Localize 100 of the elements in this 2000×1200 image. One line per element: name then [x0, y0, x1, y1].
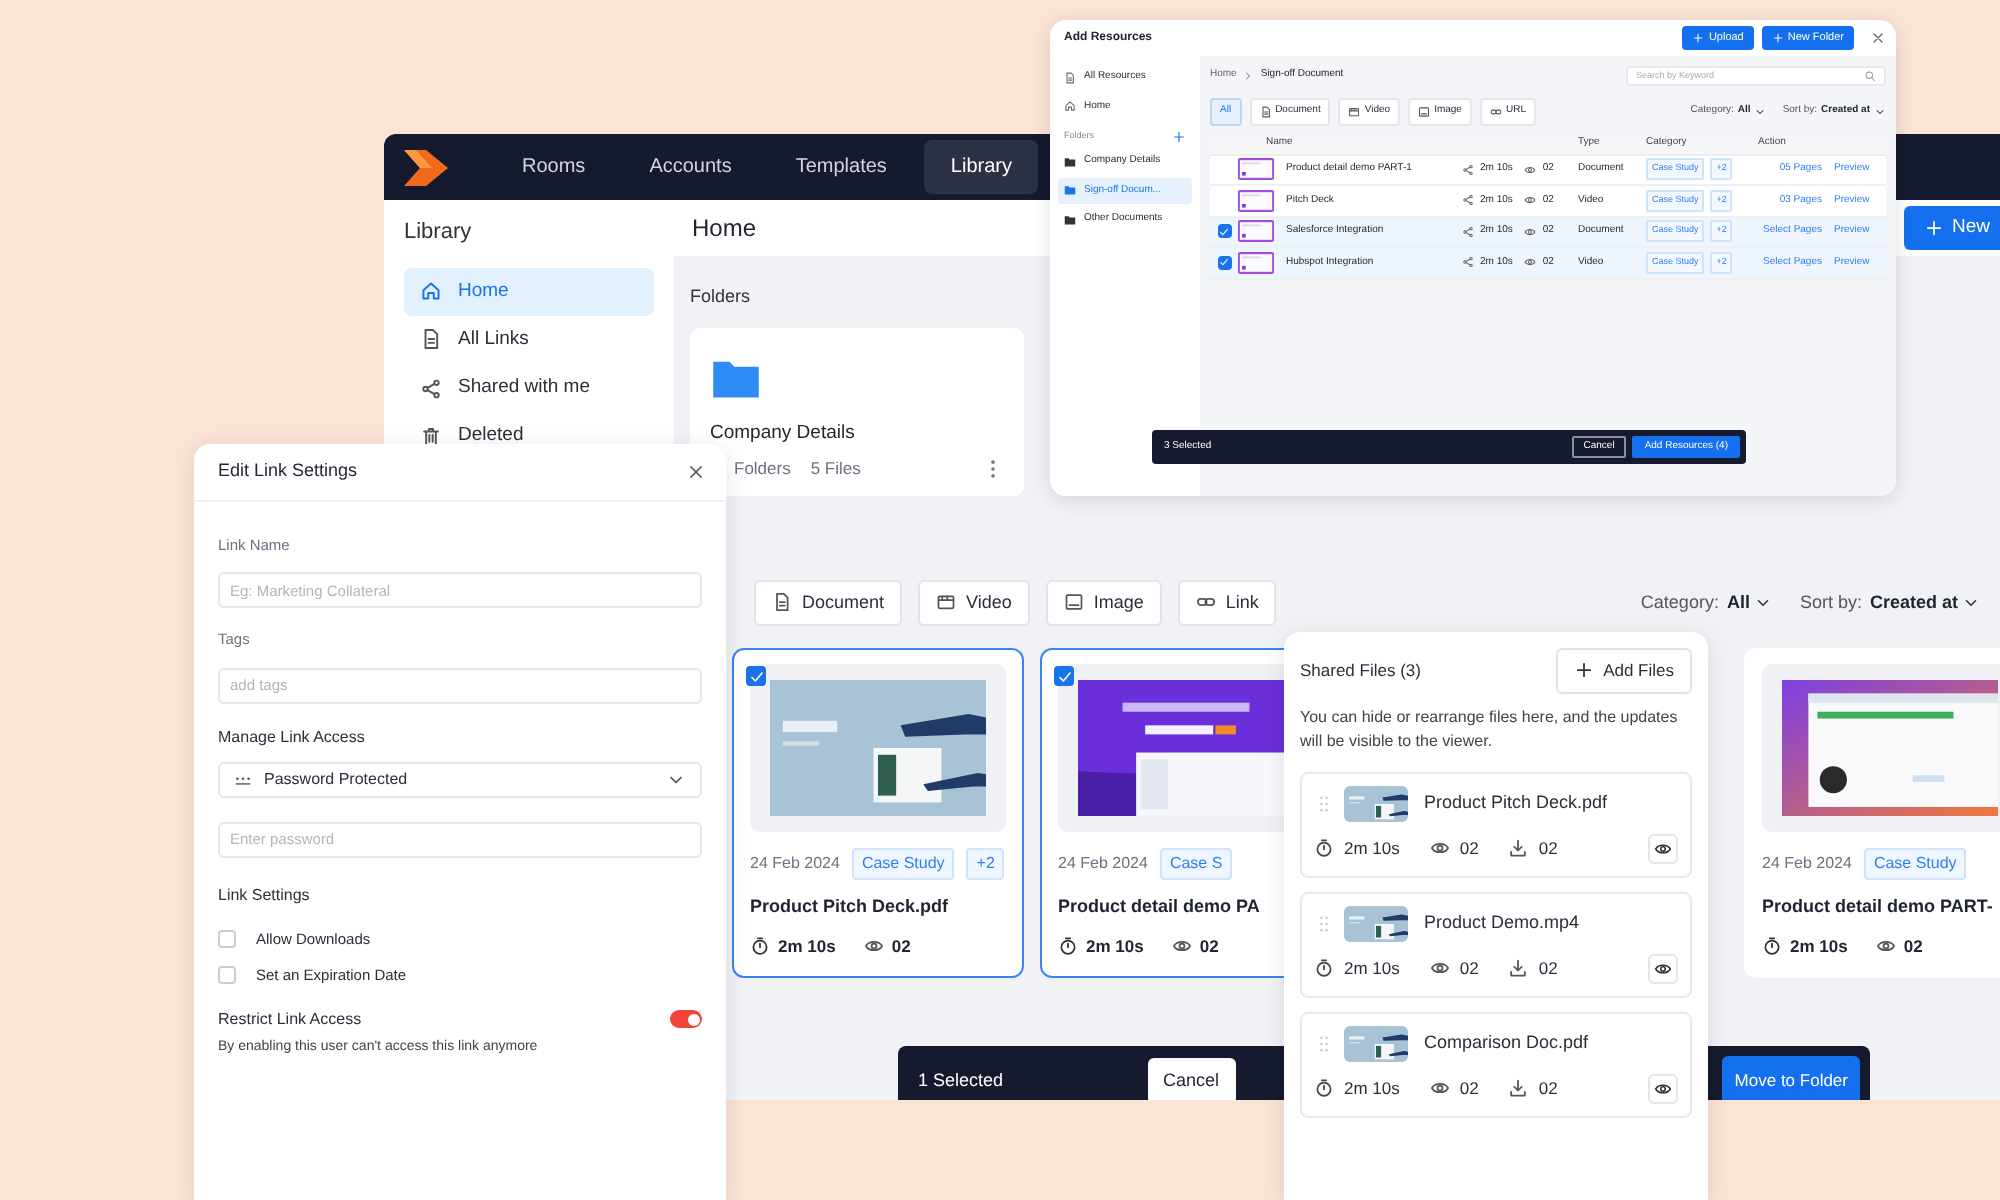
- home-icon: [420, 280, 442, 303]
- downloads-count: 02: [1538, 835, 1558, 861]
- eye-icon: [1654, 959, 1672, 978]
- cancel-button[interactable]: Cancel: [1147, 1057, 1236, 1100]
- nav-tab[interactable]: Rooms: [496, 140, 612, 194]
- document-icon: [420, 328, 442, 351]
- eye-icon: [1524, 256, 1537, 269]
- file-name: Comparison Doc.pdf: [1424, 1029, 1589, 1056]
- plus-icon: [1771, 32, 1784, 44]
- drag-handle-icon[interactable]: [1314, 793, 1334, 814]
- toggle-switch[interactable]: [670, 1010, 702, 1028]
- image-icon: [1418, 105, 1431, 118]
- video-icon: [936, 592, 957, 613]
- file-name: Product Pitch Deck.pdf: [1424, 789, 1608, 816]
- date-text: 24 Feb 2024: [750, 852, 840, 876]
- stopwatch-icon: [1314, 1078, 1334, 1099]
- eye-icon: [1654, 839, 1672, 858]
- password-icon: [234, 771, 252, 789]
- share-icon: [420, 377, 442, 400]
- search-icon: [1864, 70, 1876, 82]
- file-title: Product detail demo PART-: [1762, 894, 1995, 920]
- folder-name: Company Details: [710, 419, 857, 447]
- sidebar-item[interactable]: Home: [404, 267, 654, 316]
- new-button[interactable]: New: [1903, 205, 2000, 251]
- share-icon: [1462, 225, 1474, 238]
- duration-text: 2m 10s: [778, 933, 836, 959]
- visibility-button[interactable]: [1648, 1073, 1678, 1104]
- resource-card[interactable]: 24 Feb 2024 Case Study +2 Product Pitch Deck.pdf 2m 10s 02: [732, 648, 1024, 978]
- eye-icon: [1429, 1078, 1450, 1099]
- date-text: 24 Feb 2024: [1762, 852, 1852, 876]
- download-icon: [1508, 1078, 1529, 1099]
- sidebar-item[interactable]: Deleted: [404, 412, 654, 461]
- sidebar-item[interactable]: All Links: [404, 315, 654, 364]
- category-dropdown[interactable]: All: [1726, 589, 1772, 616]
- folder-card[interactable]: Company Details Folders 5 Files: [690, 327, 1024, 495]
- close-icon[interactable]: [1870, 30, 1886, 46]
- visibility-button[interactable]: [1648, 833, 1678, 864]
- visibility-button[interactable]: [1648, 953, 1678, 984]
- duration-text: 2m 10s: [1344, 1075, 1400, 1101]
- filter-chip[interactable]: Image: [1045, 579, 1162, 626]
- image-icon: [1063, 592, 1084, 613]
- page-title: Home: [692, 212, 757, 246]
- duration-text: 2m 10s: [1790, 933, 1848, 959]
- filter-chip[interactable]: Video: [918, 579, 1030, 626]
- folder-icon: [1064, 184, 1076, 197]
- plus-icon: [1573, 660, 1594, 681]
- checkbox[interactable]: [1217, 255, 1231, 270]
- category-tag: +2: [966, 848, 1005, 880]
- download-icon: [1508, 958, 1529, 979]
- file-title: Product detail demo PA: [1058, 894, 1262, 920]
- category-tag: Case S: [1159, 848, 1233, 880]
- nav-tab[interactable]: Library: [924, 140, 1038, 194]
- selected-count: 1 Selected: [918, 1067, 1004, 1094]
- sort-dropdown[interactable]: Created at: [1869, 589, 1980, 616]
- eye-icon: [1654, 1079, 1672, 1098]
- nav-tab[interactable]: Accounts: [623, 140, 758, 194]
- stopwatch-icon: [1314, 838, 1334, 859]
- file-count: 5 Files: [810, 455, 861, 481]
- filter-chip[interactable]: Document: [754, 579, 903, 626]
- move-to-folder-button[interactable]: Move to Folder: [1722, 1056, 1860, 1100]
- video-icon: [1348, 105, 1361, 118]
- filter-chip[interactable]: Link: [1177, 579, 1277, 626]
- drag-handle-icon[interactable]: [1314, 1033, 1334, 1054]
- sidebar-title: Library: [404, 218, 474, 248]
- views-count: 02: [1459, 835, 1479, 861]
- resource-card[interactable]: 24 Feb 2024 Case Study Product detail demo PART- 2m 10s 02: [1744, 648, 2000, 978]
- duration-text: 2m 10s: [1086, 933, 1144, 959]
- views-count: 02: [1903, 933, 1923, 959]
- views-count: 02: [891, 933, 911, 959]
- document-icon: [1259, 105, 1272, 118]
- share-icon: [1462, 256, 1474, 269]
- category-tag: Case Study: [1863, 848, 1967, 880]
- nav-tab[interactable]: Templates: [769, 140, 913, 194]
- eye-icon: [1524, 225, 1537, 238]
- setting-label: Restrict Link Access: [218, 1007, 362, 1031]
- link-icon: [1489, 105, 1502, 118]
- folder-count: Folders: [734, 455, 791, 481]
- checkbox[interactable]: [746, 666, 766, 686]
- date-text: 24 Feb 2024: [1058, 852, 1148, 876]
- checkbox[interactable]: [1217, 224, 1231, 239]
- eye-icon: [863, 935, 884, 956]
- stopwatch-icon: [1762, 935, 1782, 956]
- plus-icon: [1692, 32, 1705, 44]
- plus-icon[interactable]: [1172, 130, 1186, 144]
- sort-label: Sort by:: [1799, 589, 1862, 616]
- document-icon: [772, 592, 792, 613]
- file-name: Product Demo.mp4: [1424, 909, 1580, 936]
- file-title: Product Pitch Deck.pdf: [750, 894, 951, 920]
- add-files-button[interactable]: Add Files: [1555, 648, 1692, 694]
- close-icon[interactable]: [686, 461, 706, 482]
- drag-handle-icon[interactable]: [1314, 913, 1334, 934]
- document-icon: [1064, 71, 1076, 84]
- stopwatch-icon: [1058, 935, 1078, 956]
- access-dropdown[interactable]: Password Protected: [218, 762, 702, 798]
- eye-icon: [1524, 163, 1537, 176]
- panel-title: Edit Link Settings: [218, 458, 358, 484]
- checkbox[interactable]: [1054, 666, 1074, 686]
- share-icon: [1462, 194, 1474, 207]
- chevron-icon: [1754, 105, 1767, 118]
- sidebar-item[interactable]: Shared with me: [404, 364, 654, 413]
